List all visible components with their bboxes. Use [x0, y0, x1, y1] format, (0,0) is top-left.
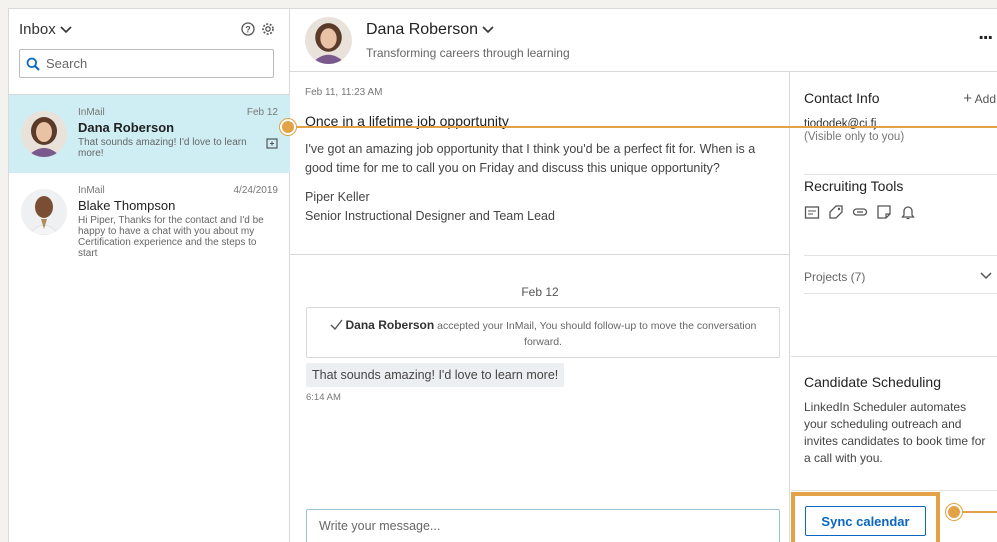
accepted-name: Dana Roberson — [345, 318, 435, 332]
section-divider — [791, 490, 997, 491]
accepted-notice: Dana Roberson accepted your InMail, You … — [306, 307, 780, 358]
callout-dot-subject — [280, 119, 296, 135]
accepted-text: accepted your InMail, You should follow-… — [437, 320, 757, 348]
candidate-scheduling-section: Candidate Scheduling LinkedIn Scheduler … — [804, 374, 997, 467]
inbox-filter-dropdown[interactable]: Inbox — [19, 21, 72, 38]
conversation-date: 4/24/2019 — [233, 185, 279, 196]
search-box[interactable] — [19, 49, 274, 78]
conversation-name: Blake Thompson — [78, 198, 176, 213]
reply-timestamp: 6:14 AM — [306, 392, 341, 403]
help-icon[interactable]: ? — [241, 22, 255, 36]
add-contact-button[interactable]: + Add — [963, 90, 996, 107]
contact-email[interactable]: tiododek@ci.fj — [804, 118, 997, 130]
reply-message-bubble: That sounds amazing! I'd love to learn m… — [306, 363, 565, 387]
conversation-header: Dana Roberson Transforming careers throu… — [290, 9, 997, 72]
message-input[interactable] — [319, 519, 767, 539]
sync-calendar-button[interactable]: Sync calendar — [805, 506, 926, 536]
compose-box[interactable] — [306, 509, 780, 542]
message-body: I've got an amazing job opportunity that… — [305, 142, 756, 175]
inbox-label: Inbox — [19, 21, 56, 38]
contact-name: Dana Roberson — [366, 21, 479, 38]
conversation-name: Dana Roberson — [78, 120, 175, 135]
more-options-icon[interactable]: ... — [978, 22, 993, 45]
conversation-pane: Dana Roberson Transforming careers throu… — [290, 9, 997, 542]
visibility-note: (Visible only to you) — [804, 131, 905, 143]
chevron-down-icon — [980, 272, 992, 280]
recruiting-tools-section: Recruiting Tools — [804, 178, 997, 256]
folder-icon[interactable] — [804, 204, 820, 220]
contact-headline: Transforming careers through learning — [366, 46, 570, 60]
chevron-down-icon — [60, 25, 72, 33]
plus-icon: + — [963, 90, 972, 107]
projects-label: Projects (7) — [804, 270, 866, 284]
tag-icon[interactable] — [828, 204, 844, 220]
avatar — [21, 111, 67, 157]
search-icon — [26, 57, 40, 71]
callout-dot-sync — [946, 504, 962, 520]
message-type-label: InMail — [78, 107, 105, 118]
bell-icon[interactable] — [900, 204, 916, 220]
conversation-item-blake-thompson[interactable]: InMail 4/24/2019 Blake Thompson Hi Piper,… — [9, 173, 290, 267]
initial-inmail-message: Feb 11, 11:23 AM Once in a lifetime job … — [290, 72, 789, 255]
section-divider — [791, 356, 997, 357]
add-label: Add — [974, 92, 996, 106]
message-timestamp: Feb 11, 11:23 AM — [305, 87, 383, 98]
note-icon[interactable] — [876, 204, 892, 220]
contact-info-section: Contact Info + Add tiododek@ci.fj (Visib… — [804, 90, 997, 175]
avatar — [21, 189, 67, 235]
conversation-item-dana-roberson[interactable]: InMail Feb 12 Dana Roberson That sounds a… — [9, 95, 290, 173]
day-divider: Feb 12 — [521, 285, 559, 299]
contact-name-dropdown[interactable]: Dana Roberson — [366, 21, 494, 39]
link-icon[interactable] — [852, 204, 868, 220]
checkmark-icon — [330, 319, 343, 331]
callout-line-sync — [962, 511, 997, 513]
signature-name: Piper Keller — [305, 190, 370, 204]
settings-gear-icon[interactable] — [261, 22, 275, 36]
chevron-down-icon — [482, 26, 494, 34]
conversation-snippet: That sounds amazing! I'd love to learn m… — [78, 137, 247, 159]
archive-icon[interactable] — [266, 136, 278, 149]
projects-dropdown[interactable]: Projects (7) — [804, 258, 997, 294]
conversation-snippet: Hi Piper, Thanks for the contact and I'd… — [78, 215, 264, 259]
messaging-window: Inbox ? InMail Feb 12 Dana Roberson — [8, 8, 997, 542]
svg-text:?: ? — [245, 25, 251, 35]
scheduling-title: Candidate Scheduling — [804, 374, 941, 390]
conversation-date: Feb 12 — [246, 107, 278, 118]
scheduling-description: LinkedIn Scheduler automates your schedu… — [804, 400, 986, 465]
callout-line-subject — [296, 126, 997, 128]
profile-panel: Contact Info + Add tiododek@ci.fj (Visib… — [791, 72, 997, 542]
message-thread: Feb 11, 11:23 AM Once in a lifetime job … — [290, 72, 790, 542]
conversation-sidebar: Inbox ? InMail Feb 12 Dana Roberson — [9, 9, 290, 542]
sync-calendar-highlight: Sync calendar — [791, 492, 940, 542]
recruiting-tools-title: Recruiting Tools — [804, 178, 904, 194]
search-input[interactable] — [46, 56, 246, 71]
sidebar-header: Inbox ? — [9, 9, 289, 95]
avatar[interactable] — [305, 17, 352, 64]
signature-title: Senior Instructional Designer and Team L… — [305, 209, 555, 223]
message-type-label: InMail — [78, 185, 105, 196]
